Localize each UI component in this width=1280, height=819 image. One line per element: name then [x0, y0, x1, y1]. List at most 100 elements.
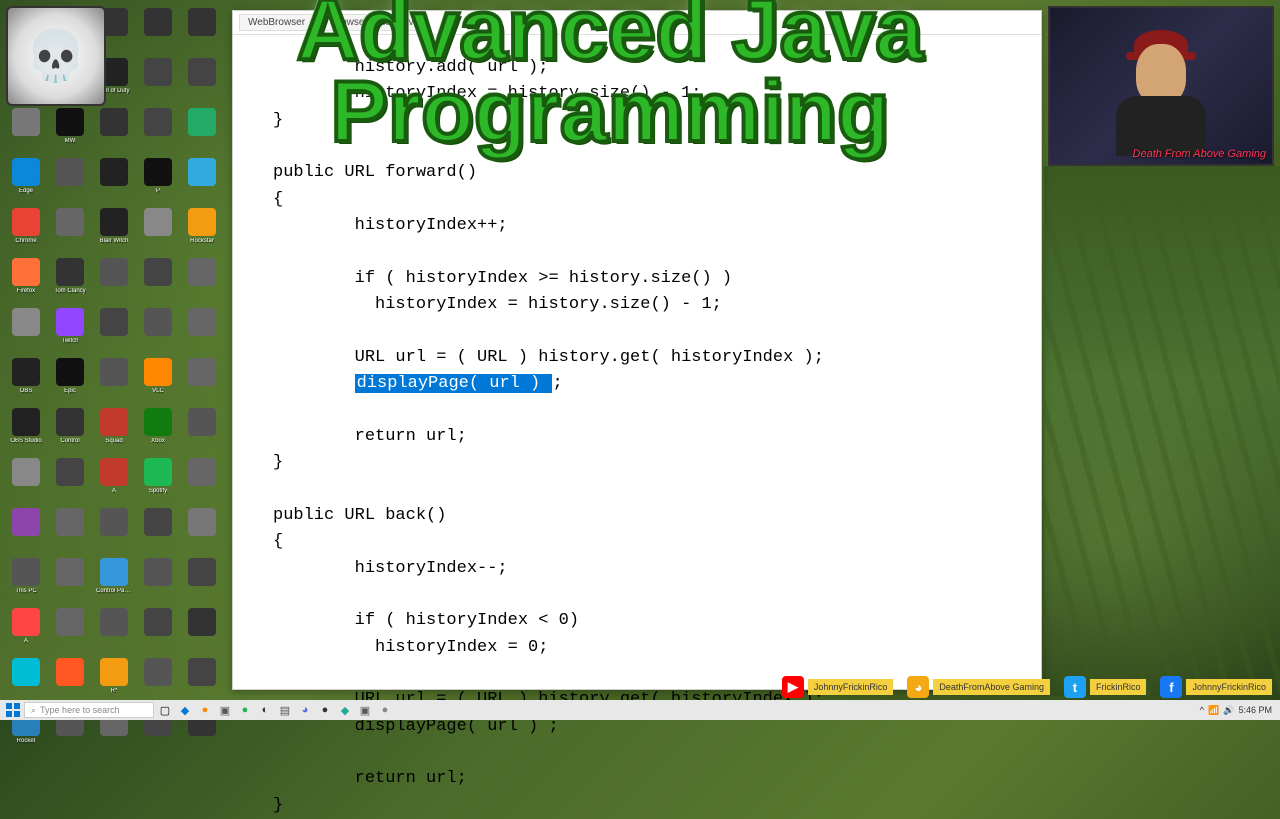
desktop-shortcut[interactable]: MW: [52, 108, 88, 148]
desktop-shortcut[interactable]: [184, 658, 220, 698]
desktop-shortcut[interactable]: [140, 608, 176, 648]
taskbar-tray[interactable]: ^ 📶 🔊 5:46 PM: [1200, 705, 1276, 716]
desktop-shortcut[interactable]: Edge: [8, 158, 44, 198]
desktop-shortcut[interactable]: [140, 308, 176, 348]
code-line[interactable]: if ( historyIndex < 0): [273, 608, 1041, 634]
desktop-shortcut[interactable]: A: [8, 608, 44, 648]
desktop-shortcut[interactable]: R*: [96, 658, 132, 698]
desktop-shortcut[interactable]: [96, 258, 132, 298]
desktop-shortcut[interactable]: [8, 308, 44, 348]
desktop-shortcut[interactable]: [52, 658, 88, 698]
desktop-shortcut[interactable]: VLC: [140, 358, 176, 398]
desktop-shortcut[interactable]: [52, 608, 88, 648]
desktop-shortcut[interactable]: [140, 508, 176, 548]
taskbar-app-icon[interactable]: ●: [196, 702, 214, 718]
selected-code[interactable]: displayPage( url ): [355, 374, 553, 393]
code-line[interactable]: }: [273, 108, 1041, 134]
code-line[interactable]: }: [273, 793, 1041, 819]
taskbar-taskview-icon[interactable]: ▢: [156, 702, 174, 718]
desktop-shortcut[interactable]: [184, 558, 220, 598]
desktop-shortcut[interactable]: [96, 108, 132, 148]
desktop-shortcut[interactable]: [184, 58, 220, 98]
desktop-shortcut[interactable]: [8, 108, 44, 148]
tray-network-icon[interactable]: 📶: [1208, 705, 1219, 716]
desktop-shortcut[interactable]: [184, 308, 220, 348]
desktop-shortcut[interactable]: [8, 508, 44, 548]
desktop-shortcut[interactable]: Squad: [96, 408, 132, 448]
start-button[interactable]: [4, 702, 22, 718]
desktop-shortcut[interactable]: [52, 208, 88, 248]
taskbar-app-icon[interactable]: ●: [376, 702, 394, 718]
desktop-shortcut[interactable]: Spotify: [140, 458, 176, 498]
desktop-shortcut[interactable]: [96, 508, 132, 548]
taskbar-app-icon[interactable]: ●: [316, 702, 334, 718]
code-line[interactable]: historyIndex--;: [273, 556, 1041, 582]
editor-tab-1[interactable]: WebBrowser: [239, 14, 314, 31]
code-line[interactable]: [273, 397, 1041, 423]
desktop-shortcut[interactable]: [184, 458, 220, 498]
code-line[interactable]: {: [273, 187, 1041, 213]
code-line[interactable]: {: [273, 529, 1041, 555]
desktop-shortcut[interactable]: [140, 108, 176, 148]
taskbar-app-icon[interactable]: ▣: [356, 702, 374, 718]
taskbar-app-icon[interactable]: ◆: [176, 702, 194, 718]
code-line[interactable]: [273, 477, 1041, 503]
desktop-shortcut[interactable]: [96, 308, 132, 348]
code-line[interactable]: historyIndex = 0;: [273, 635, 1041, 661]
desktop-shortcut[interactable]: Firefox: [8, 258, 44, 298]
desktop-shortcut[interactable]: Blair Witch: [96, 208, 132, 248]
desktop-shortcut[interactable]: [8, 658, 44, 698]
desktop-shortcut[interactable]: [52, 508, 88, 548]
code-line[interactable]: [273, 582, 1041, 608]
desktop-shortcut[interactable]: Tom Clancy: [52, 258, 88, 298]
taskbar-app-icon[interactable]: ●: [236, 702, 254, 718]
desktop-shortcut[interactable]: [184, 608, 220, 648]
editor-tab-2[interactable]: BrowserHistory.java: [322, 14, 428, 31]
desktop-shortcut[interactable]: Epic: [52, 358, 88, 398]
windows-taskbar[interactable]: ⌕ Type here to search ▢ ◆ ● ▣ ● ◐ ▤ ◕ ● …: [0, 700, 1280, 720]
code-line[interactable]: return url;: [273, 766, 1041, 792]
desktop-shortcut[interactable]: [96, 358, 132, 398]
tray-volume-icon[interactable]: 🔊: [1223, 705, 1234, 716]
code-line[interactable]: public URL forward(): [273, 160, 1041, 186]
code-line[interactable]: if ( historyIndex >= history.size() ): [273, 266, 1041, 292]
code-line[interactable]: [273, 740, 1041, 766]
taskbar-app-icon[interactable]: ◕: [296, 702, 314, 718]
desktop-shortcut[interactable]: P: [140, 158, 176, 198]
code-line[interactable]: historyIndex = history.size() - 1;: [273, 81, 1041, 107]
desktop-shortcut[interactable]: [184, 108, 220, 148]
tray-chevron-icon[interactable]: ^: [1200, 705, 1204, 715]
code-line[interactable]: historyIndex = history.size() - 1;: [273, 292, 1041, 318]
desktop-shortcut[interactable]: Control Panel: [96, 558, 132, 598]
desktop-shortcut[interactable]: Control: [52, 408, 88, 448]
social-discord-link[interactable]: ◕ DeathFromAbove Gaming: [903, 674, 1058, 700]
desktop-shortcut[interactable]: [184, 358, 220, 398]
desktop-shortcut[interactable]: Chrome: [8, 208, 44, 248]
desktop-shortcut[interactable]: [184, 508, 220, 548]
tray-clock[interactable]: 5:46 PM: [1238, 705, 1272, 715]
desktop-shortcut[interactable]: [140, 558, 176, 598]
desktop-shortcut[interactable]: OBS: [8, 358, 44, 398]
desktop-shortcut[interactable]: [8, 458, 44, 498]
desktop-shortcut[interactable]: [52, 458, 88, 498]
desktop-shortcut[interactable]: [140, 58, 176, 98]
taskbar-app-icon[interactable]: ◆: [336, 702, 354, 718]
social-twitter-link[interactable]: t FrickinRico: [1060, 674, 1155, 700]
taskbar-app-icon[interactable]: ▣: [216, 702, 234, 718]
desktop-shortcut[interactable]: Xbox: [140, 408, 176, 448]
code-line[interactable]: historyIndex++;: [273, 213, 1041, 239]
code-line[interactable]: displayPage( url ) ;: [273, 371, 1041, 397]
desktop-shortcut[interactable]: Rockstar: [184, 208, 220, 248]
taskbar-search-box[interactable]: ⌕ Type here to search: [24, 702, 154, 718]
desktop-shortcut[interactable]: [140, 658, 176, 698]
desktop-shortcut[interactable]: [140, 258, 176, 298]
taskbar-app-icon[interactable]: ▤: [276, 702, 294, 718]
desktop-shortcut[interactable]: [52, 158, 88, 198]
desktop-shortcut[interactable]: [96, 158, 132, 198]
desktop-shortcut[interactable]: [140, 8, 176, 48]
code-line[interactable]: [273, 318, 1041, 344]
code-line[interactable]: [273, 239, 1041, 265]
social-youtube-link[interactable]: ▶ JohnnyFrickinRico: [778, 674, 902, 700]
desktop-shortcut[interactable]: [184, 258, 220, 298]
code-line[interactable]: URL url = ( URL ) history.get( historyIn…: [273, 345, 1041, 371]
